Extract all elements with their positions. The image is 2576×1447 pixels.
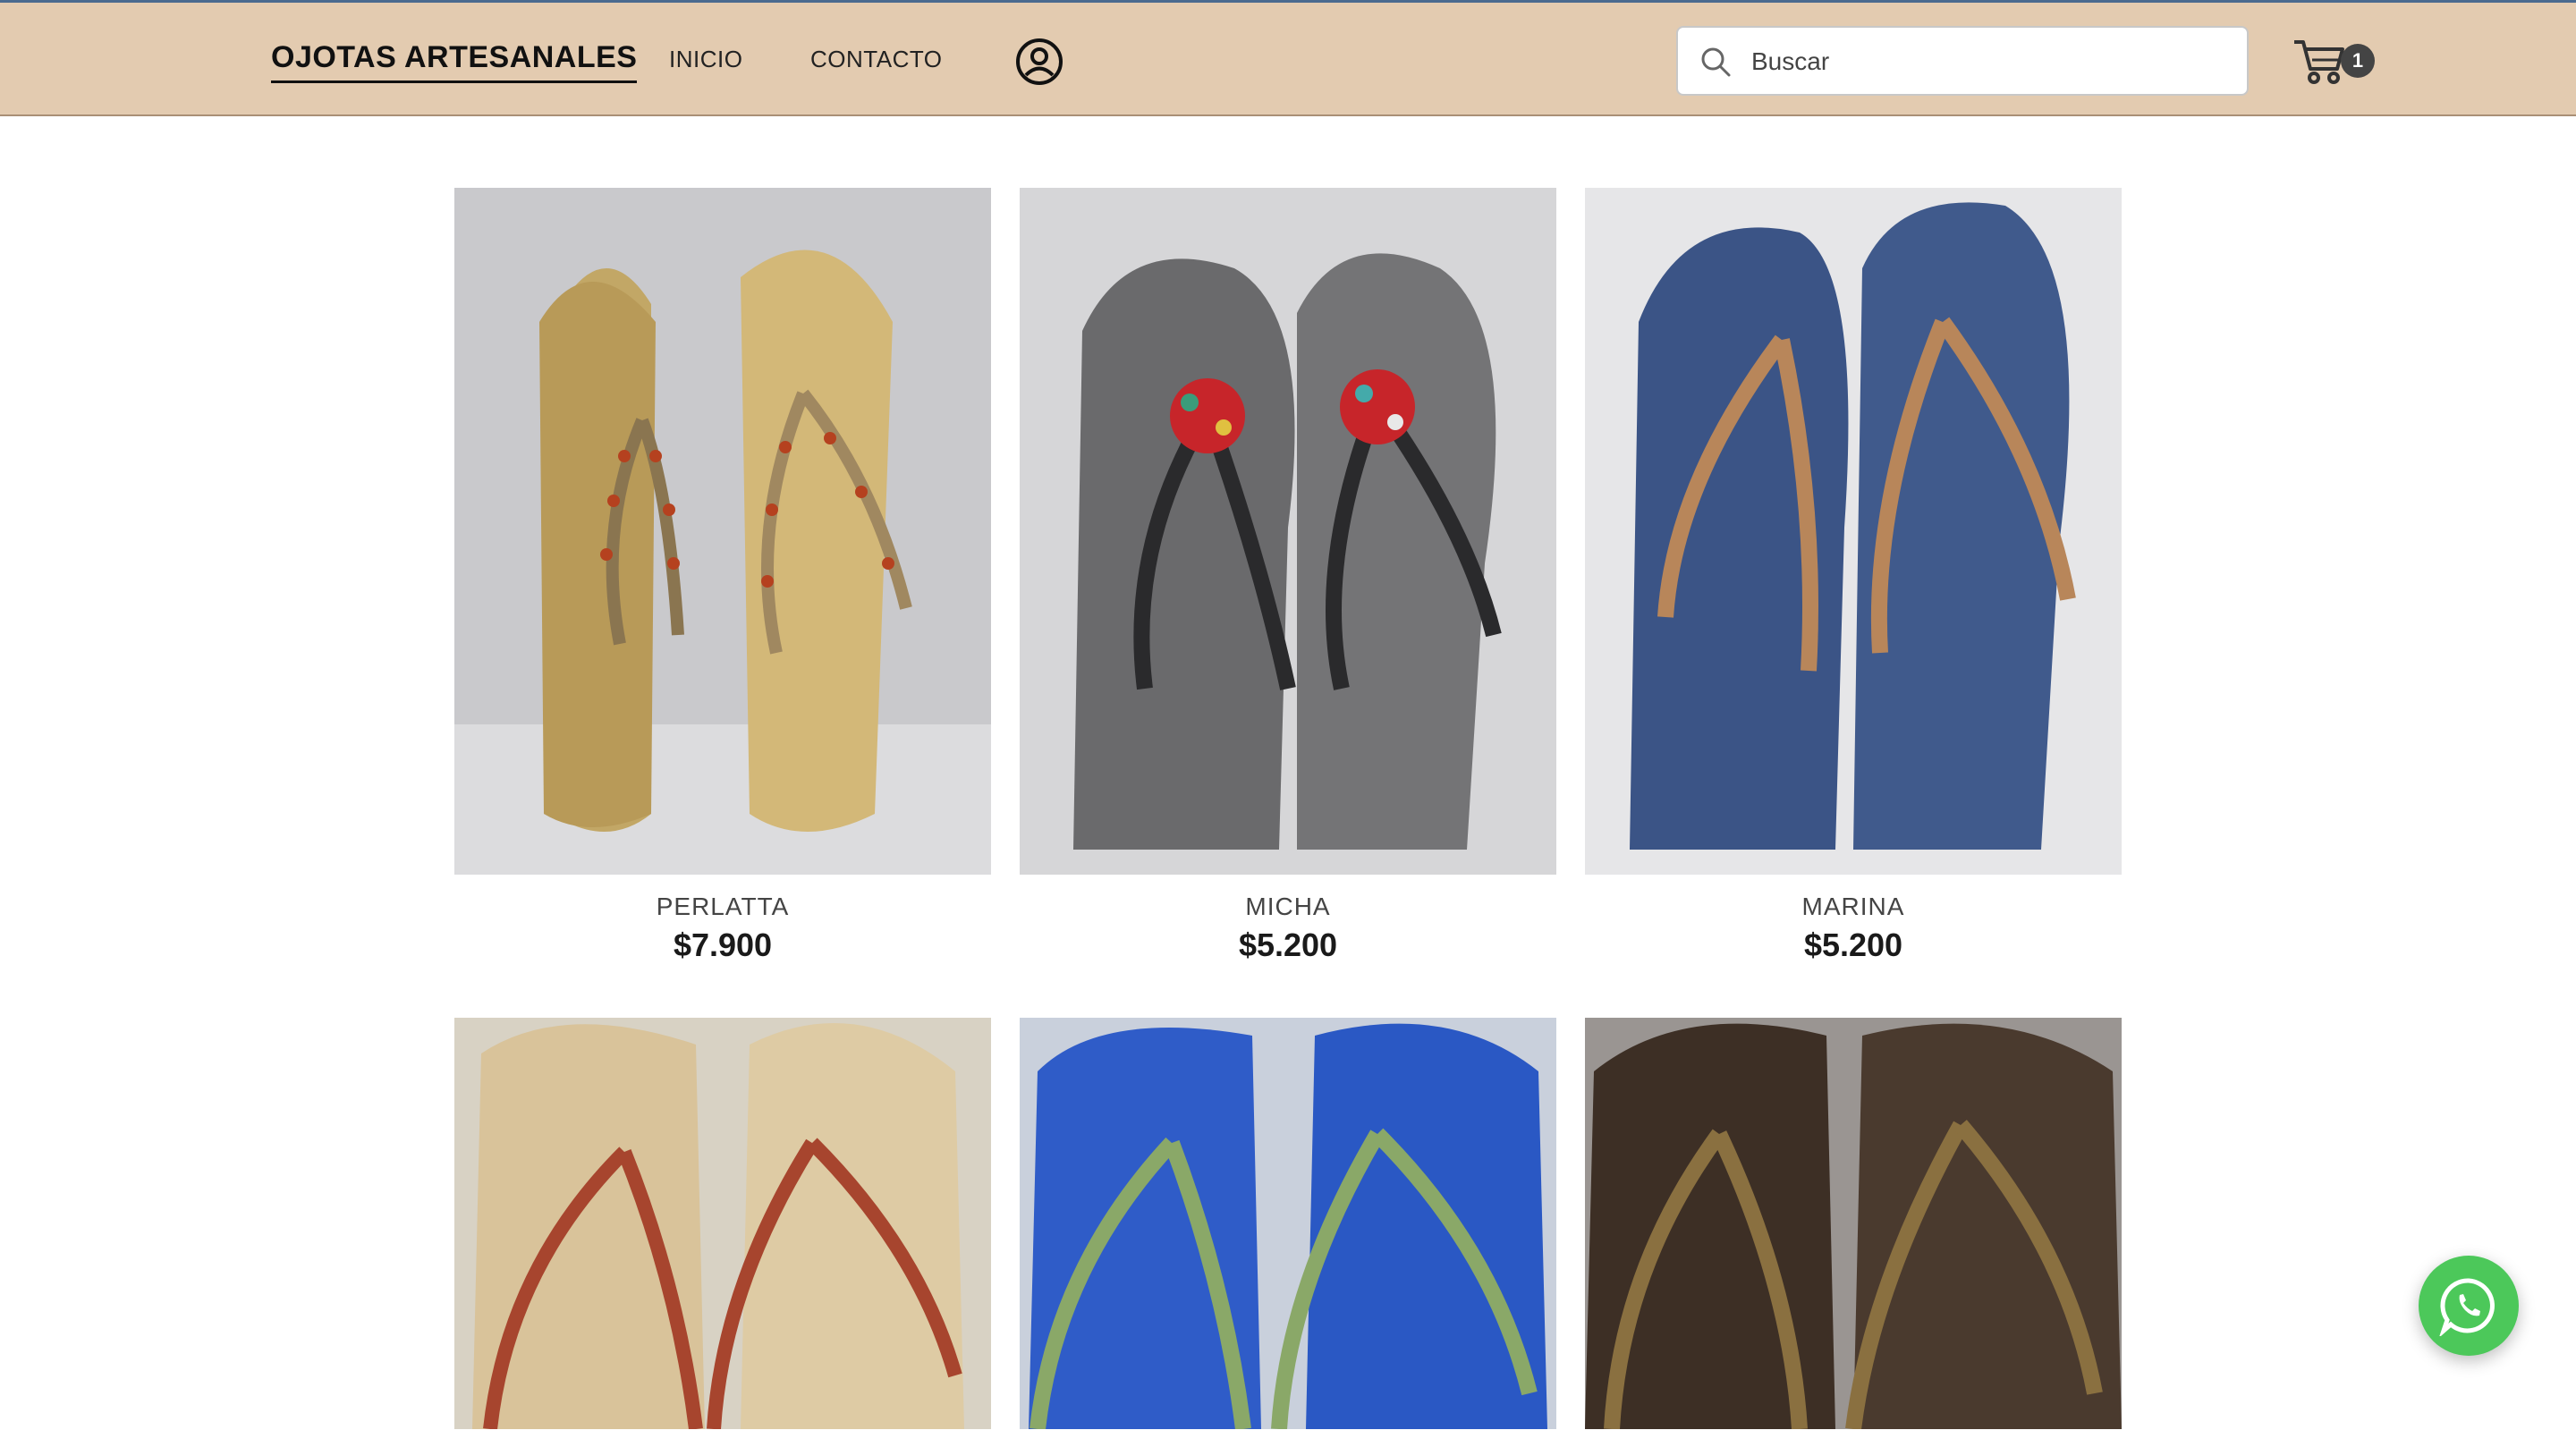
product-card[interactable] bbox=[1585, 1018, 2122, 1447]
product-name[interactable]: PERLATTA bbox=[454, 893, 991, 921]
site-header: OJOTAS ARTESANALES INICIO CONTACTO 1 bbox=[0, 0, 2576, 116]
product-price: $7.900 bbox=[673, 927, 773, 963]
product-price: $5.200 bbox=[1803, 927, 1903, 963]
product-card[interactable]: MARINA $5.200 bbox=[1585, 188, 2122, 964]
product-image-perlatta[interactable] bbox=[454, 188, 991, 875]
whatsapp-icon bbox=[2439, 1278, 2495, 1336]
search-box bbox=[1676, 26, 2249, 96]
product-card[interactable]: PERLATTA $7.900 bbox=[454, 188, 991, 964]
product-name[interactable]: MICHA bbox=[1020, 893, 1556, 921]
search-icon bbox=[1701, 47, 1731, 77]
user-circle-icon[interactable] bbox=[1014, 37, 1064, 87]
product-card[interactable]: MICHA $5.200 bbox=[1020, 188, 1556, 964]
product-image-micha[interactable] bbox=[1020, 188, 1556, 875]
product-image[interactable] bbox=[1585, 1018, 2122, 1429]
whatsapp-button[interactable] bbox=[2419, 1256, 2519, 1356]
product-price: $5.200 bbox=[1238, 927, 1338, 963]
product-card[interactable] bbox=[454, 1018, 991, 1447]
product-image[interactable] bbox=[1020, 1018, 1556, 1429]
brand-logo[interactable]: OJOTAS ARTESANALES bbox=[271, 40, 638, 83]
search-input[interactable] bbox=[1750, 40, 2227, 83]
nav-inicio-link[interactable]: INICIO bbox=[669, 46, 742, 73]
cart-icon[interactable] bbox=[2292, 37, 2348, 87]
product-card[interactable] bbox=[1020, 1018, 1556, 1447]
nav-contacto-link[interactable]: CONTACTO bbox=[810, 46, 942, 73]
product-image[interactable] bbox=[454, 1018, 991, 1429]
cart-count-badge: 1 bbox=[2341, 44, 2375, 78]
product-image-marina[interactable] bbox=[1585, 188, 2122, 875]
product-name[interactable]: MARINA bbox=[1585, 893, 2122, 921]
